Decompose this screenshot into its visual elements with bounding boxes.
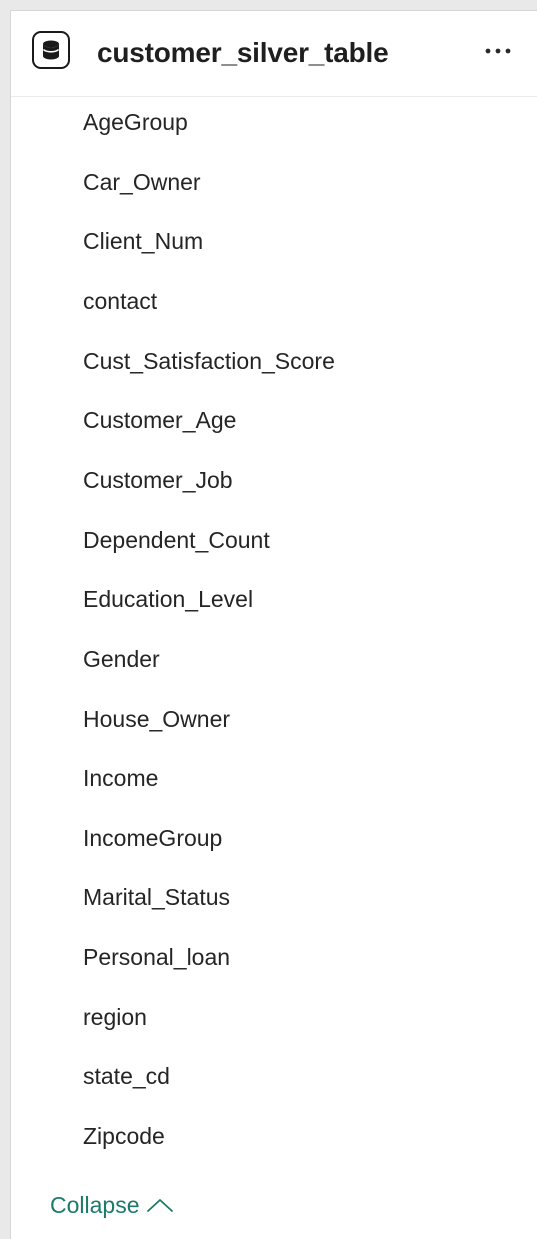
more-horizontal-icon bbox=[485, 48, 511, 54]
field-item[interactable]: Dependent_Count bbox=[83, 520, 270, 560]
field-item[interactable]: House_Owner bbox=[83, 699, 230, 739]
field-item[interactable]: Client_Num bbox=[83, 221, 203, 261]
field-item[interactable]: state_cd bbox=[83, 1056, 170, 1096]
collapse-label: Collapse bbox=[50, 1192, 140, 1218]
field-item[interactable]: Customer_Age bbox=[83, 400, 236, 440]
field-item[interactable]: AgeGroup bbox=[83, 102, 188, 142]
field-item[interactable]: contact bbox=[83, 281, 157, 321]
field-item[interactable]: region bbox=[83, 997, 147, 1037]
chevron-up-icon bbox=[146, 1197, 174, 1213]
field-item[interactable]: Car_Owner bbox=[83, 162, 201, 202]
field-item[interactable]: Income bbox=[83, 758, 158, 798]
field-item[interactable]: Zipcode bbox=[83, 1116, 165, 1156]
field-item[interactable]: Marital_Status bbox=[83, 877, 230, 917]
field-item[interactable]: Education_Level bbox=[83, 579, 253, 619]
table-header: customer_silver_table bbox=[11, 11, 537, 97]
more-options-button[interactable] bbox=[477, 33, 519, 69]
field-item[interactable]: Customer_Job bbox=[83, 460, 233, 500]
field-item[interactable]: Gender bbox=[83, 639, 160, 679]
table-card: customer_silver_table AgeGroup Car_Owner C… bbox=[10, 10, 537, 1239]
field-item[interactable]: IncomeGroup bbox=[83, 818, 222, 858]
field-item[interactable]: Personal_loan bbox=[83, 937, 230, 977]
database-icon bbox=[32, 31, 70, 69]
table-title: customer_silver_table bbox=[97, 37, 389, 68]
field-item[interactable]: Cust_Satisfaction_Score bbox=[83, 341, 335, 381]
collapse-button[interactable]: Collapse bbox=[50, 1185, 174, 1225]
